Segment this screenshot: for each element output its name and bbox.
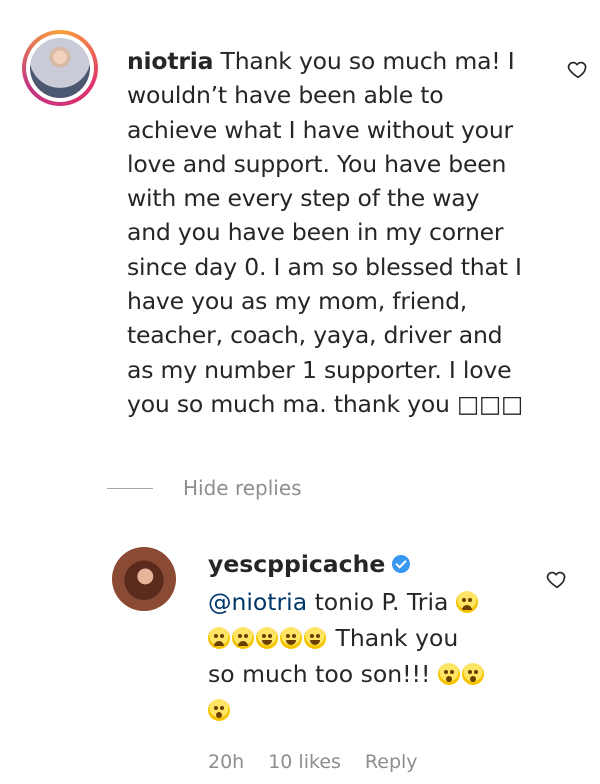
astonished-face-emoji-icon [437,663,460,685]
reply-username[interactable]: yescppicache [208,550,385,578]
heart-icon[interactable] [546,568,568,590]
reply-time: 20h [208,751,245,773]
astonished-face-emoji-icon [208,699,230,721]
smiling-face-emoji-icon [280,627,302,649]
reply-text-line-1: tonio P. Tria [307,588,456,616]
hide-replies-line [107,487,153,489]
comment-body: Thank you so much ma! I wouldn’t have be… [127,47,523,418]
smiling-face-emoji-icon [256,627,278,649]
reply-header: yescppicache [208,550,411,578]
reply-text: @niotria tonio P. Tria Thank you so much… [208,584,528,728]
reply-text-line-3: so much too son!!! [208,660,438,688]
astonished-face-emoji-icon [461,663,484,685]
comment-text: niotria Thank you so much ma! I wouldn’t… [127,44,537,421]
hide-replies-label: Hide replies [183,476,302,500]
reply-avatar[interactable] [112,547,176,611]
crying-face-emoji-icon [232,627,254,649]
comment-username[interactable]: niotria [127,47,213,75]
reply-button[interactable]: Reply [365,751,418,773]
hide-replies-button[interactable]: Hide replies [107,476,302,500]
reply-likes[interactable]: 10 likes [268,751,341,773]
heart-icon[interactable] [567,58,589,80]
commenter-photo [30,38,90,98]
reply-mention[interactable]: @niotria [208,588,307,616]
crying-face-emoji-icon [208,627,230,649]
reply-footer: 20h 10 likes Reply [208,751,418,773]
reply-text-line-2: Thank you [328,624,459,652]
commenter-avatar[interactable] [22,30,98,106]
crying-face-emoji-icon [455,591,478,613]
smiling-face-emoji-icon [304,627,326,649]
verified-badge-icon [392,555,411,573]
